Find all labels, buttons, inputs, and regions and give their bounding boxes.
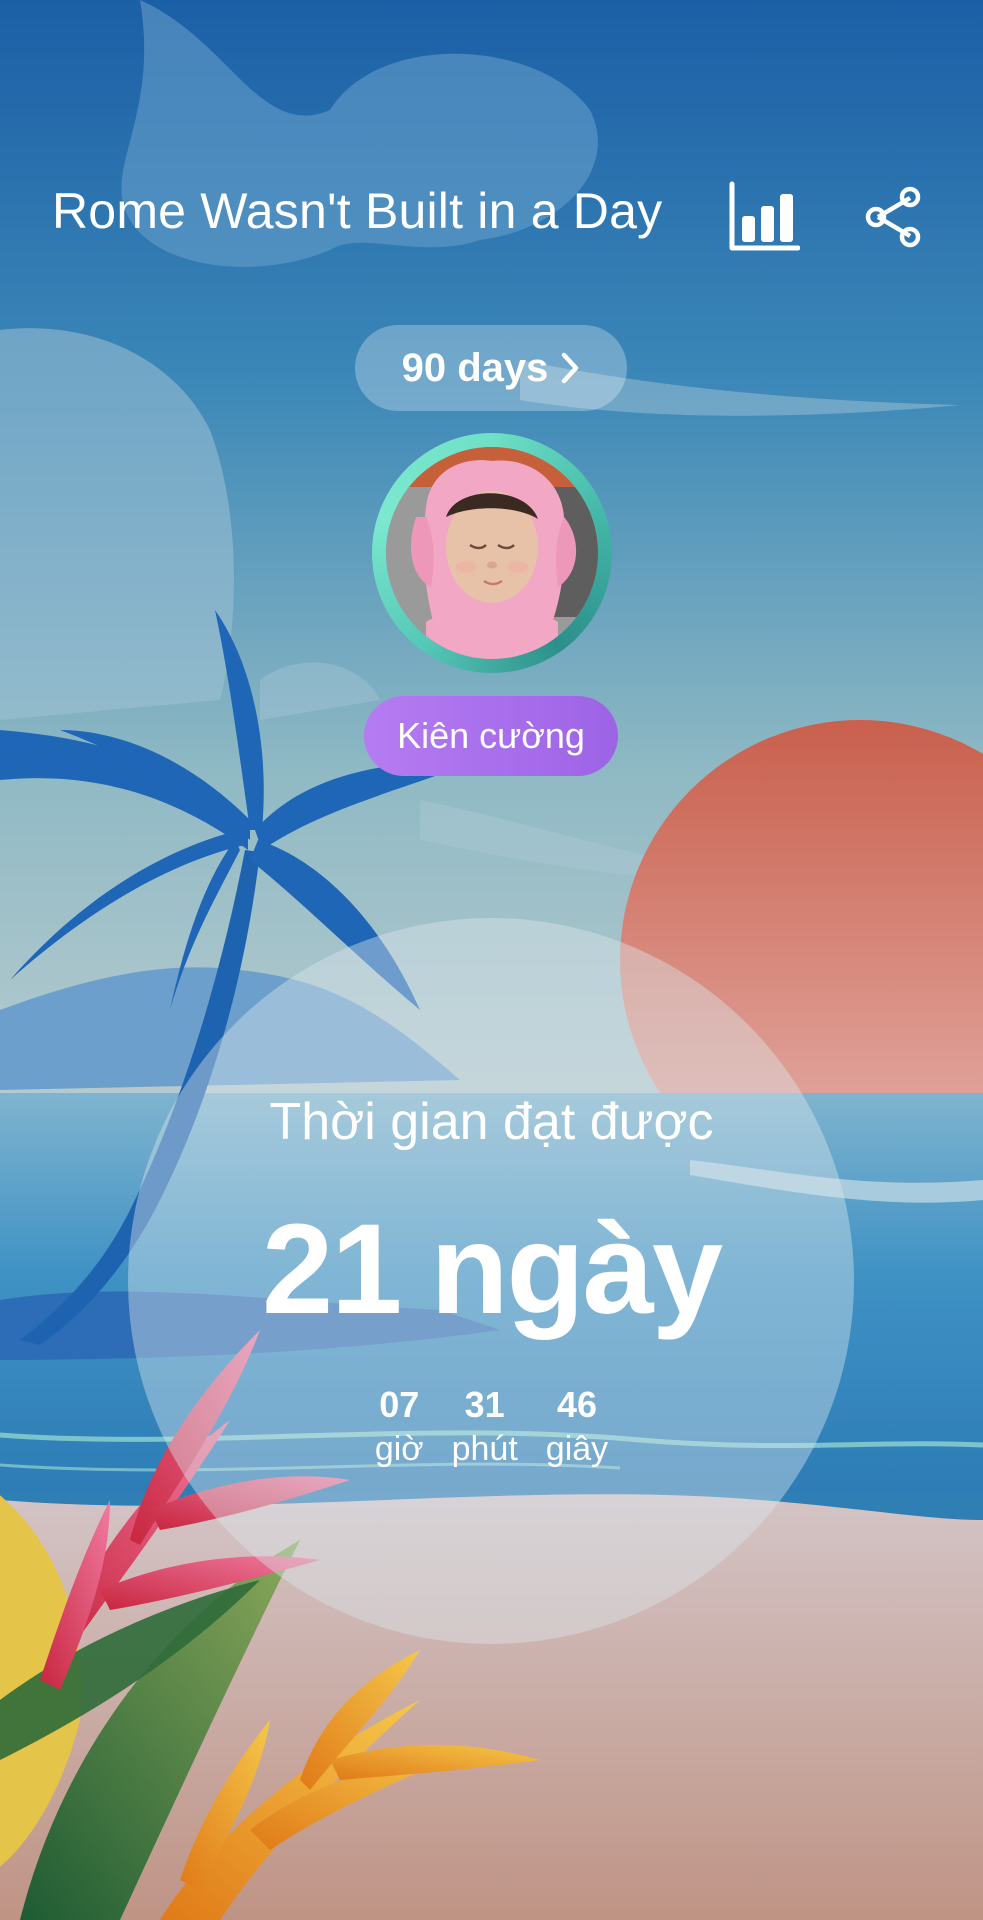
timer-seconds: 46 giây [546, 1383, 608, 1471]
timer-hours-unit: giờ [374, 1430, 424, 1468]
timer-minutes: 31 phút [452, 1383, 518, 1471]
page-title: Rome Wasn't Built in a Day [52, 183, 663, 239]
achieved-days-unit: ngày [430, 1198, 723, 1341]
timer-minutes-value: 31 [464, 1384, 505, 1425]
timer-hours-value: 07 [379, 1384, 420, 1425]
chevron-right-icon [562, 352, 579, 384]
avatar-photo [386, 447, 598, 659]
timer-seconds-unit: giây [545, 1430, 609, 1468]
timer-seconds-value: 46 [556, 1384, 597, 1425]
timer-hours: 07 giờ [375, 1383, 424, 1471]
share-icon[interactable] [864, 186, 924, 248]
level-badge[interactable]: Kiên cường [364, 696, 618, 776]
header: Rome Wasn't Built in a Day [0, 160, 983, 260]
goal-days-label: 90 days [401, 345, 549, 390]
timer-minutes-unit: phút [451, 1430, 518, 1468]
achieved-days: 21 ngày [0, 1196, 983, 1343]
achieved-time-label: Thời gian đạt được [269, 1093, 714, 1151]
goal-days-button[interactable]: 90 days [355, 325, 627, 411]
bar-chart-icon[interactable] [728, 180, 800, 254]
elapsed-timer: 07 giờ 31 phút 46 giây [0, 1383, 983, 1471]
avatar[interactable] [372, 433, 612, 673]
achieved-days-number: 21 [261, 1198, 402, 1341]
